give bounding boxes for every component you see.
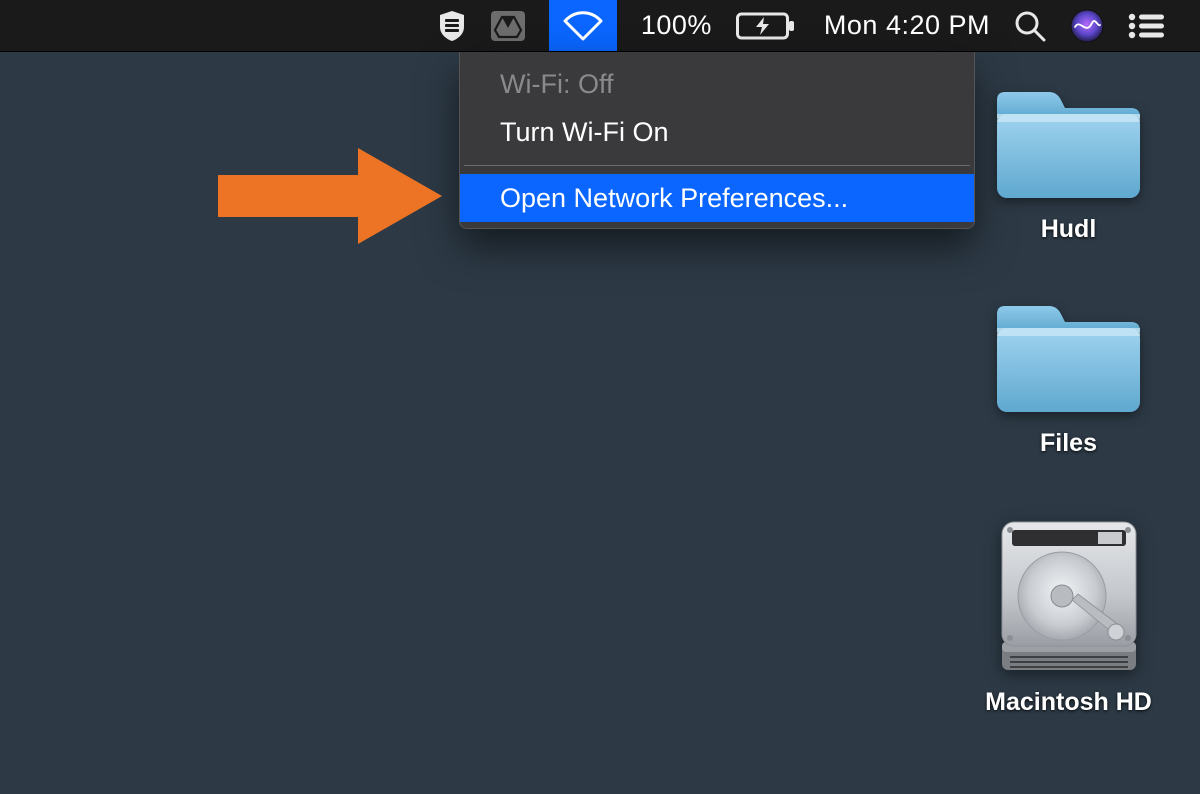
desktop-folder-files[interactable]: Files	[991, 302, 1146, 458]
desktop-item-label: Hudl	[1041, 215, 1097, 244]
wifi-dropdown-menu: Wi-Fi: Off Turn Wi-Fi On Open Network Pr…	[459, 52, 975, 229]
battery-charging-icon[interactable]	[736, 0, 796, 51]
desktop-icons-area: Hudl Files	[981, 88, 1156, 717]
spotlight-search-icon[interactable]	[1014, 0, 1046, 51]
open-network-preferences-item[interactable]: Open Network Preferences...	[460, 174, 974, 222]
menubar: 100% Mon 4:20 PM	[0, 0, 1200, 52]
desktop-drive-macintosh-hd[interactable]: Macintosh HD	[985, 516, 1152, 717]
menu-separator	[464, 165, 970, 166]
desktop-item-label: Files	[1040, 429, 1097, 458]
desktop-folder-hudl[interactable]: Hudl	[991, 88, 1146, 244]
folder-icon	[991, 88, 1146, 203]
desktop-item-label: Macintosh HD	[985, 688, 1152, 717]
battery-percent-text[interactable]: 100%	[641, 10, 712, 41]
wifi-toggle-item[interactable]: Turn Wi-Fi On	[460, 108, 974, 156]
hard-drive-icon	[994, 516, 1144, 676]
annotation-arrow-icon	[218, 148, 442, 244]
menubar-clock[interactable]: Mon 4:20 PM	[824, 10, 990, 41]
siri-icon[interactable]	[1070, 0, 1104, 51]
google-drive-icon[interactable]	[491, 0, 525, 51]
wifi-menu-icon[interactable]	[549, 0, 617, 51]
shield-icon[interactable]	[437, 0, 467, 51]
folder-icon	[991, 302, 1146, 417]
wifi-status-label: Wi-Fi: Off	[460, 60, 974, 108]
notification-center-icon[interactable]	[1128, 0, 1164, 51]
